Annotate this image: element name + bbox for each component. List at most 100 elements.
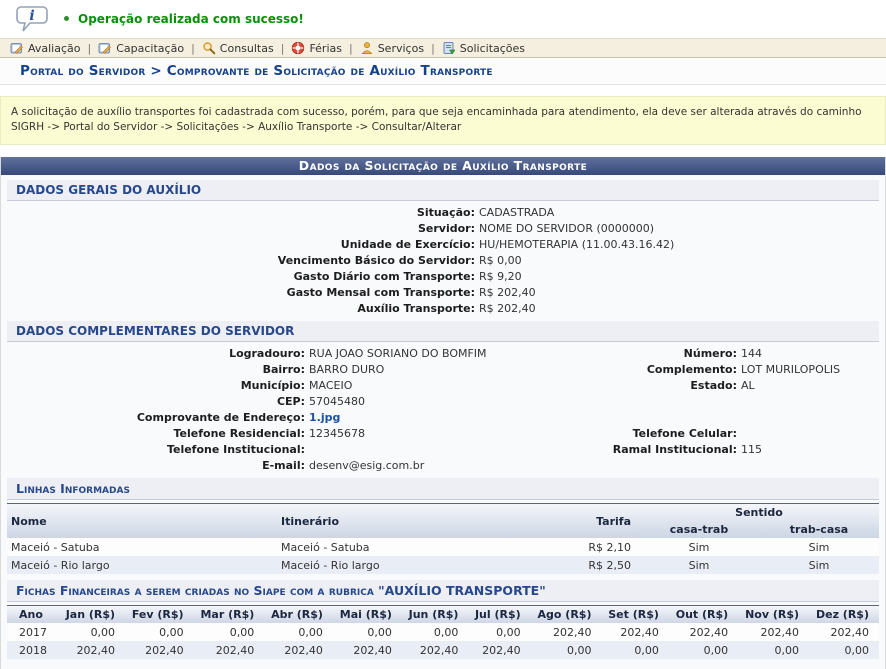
cell-month-value: 0,00 [601, 641, 668, 659]
field-value: desenv@esig.com.br [309, 457, 559, 473]
table-row: Maceió - Satuba Maceió - Satuba R$ 2,10 … [7, 538, 879, 556]
field-value: 144 [741, 345, 885, 361]
cell-casa-trab: Sim [639, 538, 759, 556]
field-label [559, 457, 741, 473]
field-value: AL [741, 377, 885, 393]
field-value [741, 425, 885, 441]
field-label [559, 393, 741, 409]
table-header-row: Ano Jan (R$) Fev (R$) Mar (R$) Abr (R$) … [7, 606, 879, 624]
cell-nome: Maceió - Rio largo [7, 556, 277, 574]
cell-tarifa: R$ 2,10 [549, 538, 639, 556]
cell-month-value: 0,00 [809, 641, 879, 659]
table-row: Telefone Institucional:Ramal Institucion… [1, 441, 885, 457]
menu-separator: | [281, 42, 285, 55]
menu-item-consultas[interactable]: Consultas [202, 41, 274, 55]
column-header-month: Ago (R$) [531, 606, 602, 624]
notice-box: A solicitação de auxílio transportes foi… [0, 96, 886, 145]
general-data-table: Situação:CADASTRADA Servidor:NOME DO SER… [1, 204, 885, 316]
fichas-table: Ano Jan (R$) Fev (R$) Mar (R$) Abr (R$) … [7, 605, 879, 659]
field-label [559, 409, 741, 425]
field-value: CADASTRADA [479, 204, 885, 220]
menu-separator: | [431, 42, 435, 55]
field-value: 115 [741, 441, 885, 457]
svg-text:i: i [29, 8, 34, 24]
menu-item-label: Consultas [220, 42, 274, 55]
cell-ano: 2017 [7, 623, 59, 641]
cell-trab-casa: Sim [759, 538, 879, 556]
menu-item-label: Avaliação [28, 42, 81, 55]
menu-item-capacitacao[interactable]: Capacitação [98, 41, 184, 55]
cell-itinerario: Maceió - Satuba [277, 538, 549, 556]
cell-month-value: 0,00 [402, 623, 468, 641]
section-lines-title: Linhas Informadas [7, 478, 879, 500]
edit-sheet-icon [10, 41, 24, 55]
cell-month-value: 0,00 [264, 623, 333, 641]
breadcrumb: Portal do Servidor > Comprovante de Soli… [0, 58, 886, 85]
field-label: Comprovante de Endereço: [1, 409, 309, 425]
panel-title: Dados da Solicitação de Auxílio Transpor… [1, 157, 885, 175]
column-header-tarifa: Tarifa [549, 504, 639, 539]
menu-item-servicos[interactable]: Serviços [360, 41, 424, 55]
cell-month-value: 202,40 [601, 623, 668, 641]
cell-nome: Maceió - Satuba [7, 538, 277, 556]
table-row: Comprovante de Endereço:1.jpg [1, 409, 885, 425]
table-row: Município:MACEIOEstado:AL [1, 377, 885, 393]
field-value: HU/HEMOTERAPIA (11.00.43.16.42) [479, 236, 885, 252]
field-label: Bairro: [1, 361, 309, 377]
column-header-month: Fev (R$) [125, 606, 194, 624]
cell-month-value: 0,00 [194, 623, 265, 641]
field-label: Município: [1, 377, 309, 393]
menu-item-label: Férias [309, 42, 342, 55]
page: i Operação realizada com sucesso! Avalia… [0, 0, 886, 669]
field-value: RUA JOAO SORIANO DO BOMFIM [309, 345, 559, 361]
cell-month-value: 0,00 [738, 641, 809, 659]
cell-month-value: 202,40 [738, 623, 809, 641]
cell-trab-casa: Sim [759, 556, 879, 574]
field-value: LOT MURILOPOLIS [741, 361, 885, 377]
field-value: NOME DO SERVIDOR (0000000) [479, 220, 885, 236]
column-header-nome: Nome [7, 504, 277, 539]
field-label: Ramal Institucional: [559, 441, 741, 457]
field-value: BARRO DURO [309, 361, 559, 377]
field-value [309, 441, 559, 457]
cell-month-value: 202,40 [59, 641, 125, 659]
notice-line-1: A solicitação de auxílio transportes foi… [11, 105, 875, 120]
column-header-month: Jan (R$) [59, 606, 125, 624]
cell-month-value: 202,40 [264, 641, 333, 659]
cell-ano: 2018 [7, 641, 59, 659]
column-header-trab-casa: trab-casa [759, 521, 879, 538]
menu-item-solicitacoes[interactable]: Solicitações [442, 41, 525, 55]
lines-table: Nome Itinerário Tarifa Sentido casa-trab… [7, 503, 879, 574]
field-value: 12345678 [309, 425, 559, 441]
edit-sheet-icon [98, 41, 112, 55]
document-arrow-icon [442, 41, 456, 55]
menu-item-label: Serviços [378, 42, 424, 55]
menu-item-ferias[interactable]: Férias [291, 41, 342, 55]
column-header-casa-trab: casa-trab [639, 521, 759, 538]
cell-month-value: 202,40 [669, 623, 738, 641]
table-row: 2017 0,00 0,00 0,00 0,00 0,00 0,00 0,00 … [7, 623, 879, 641]
cell-month-value: 202,40 [402, 641, 468, 659]
column-header-month: Nov (R$) [738, 606, 809, 624]
menu-separator: | [88, 42, 92, 55]
field-label: CEP: [1, 393, 309, 409]
field-label: Logradouro: [1, 345, 309, 361]
table-row: 2018 202,40 202,40 202,40 202,40 202,40 … [7, 641, 879, 659]
cell-month-value: 202,40 [531, 623, 602, 641]
menu-item-avaliacao[interactable]: Avaliação [10, 41, 81, 55]
notice-line-2: SIGRH -> Portal do Servidor -> Solicitaç… [11, 120, 875, 135]
section-fichas-title: Fichas Financeiras a serem criadas no Si… [7, 580, 879, 602]
address-proof-link[interactable]: 1.jpg [309, 411, 340, 424]
cell-month-value: 0,00 [468, 623, 530, 641]
cell-month-value: 0,00 [669, 641, 738, 659]
table-row: Auxílio Transporte:R$ 202,40 [1, 300, 885, 316]
section-general-title: DADOS GERAIS DO AUXÍLIO [7, 180, 879, 201]
table-header-row: Nome Itinerário Tarifa Sentido [7, 504, 879, 522]
table-row: Maceió - Rio largo Maceió - Rio largo R$… [7, 556, 879, 574]
column-header-month: Jun (R$) [402, 606, 468, 624]
field-label: Estado: [559, 377, 741, 393]
cell-month-value: 0,00 [125, 623, 194, 641]
lifebuoy-icon [291, 41, 305, 55]
cell-month-value: 0,00 [59, 623, 125, 641]
field-label: Número: [559, 345, 741, 361]
